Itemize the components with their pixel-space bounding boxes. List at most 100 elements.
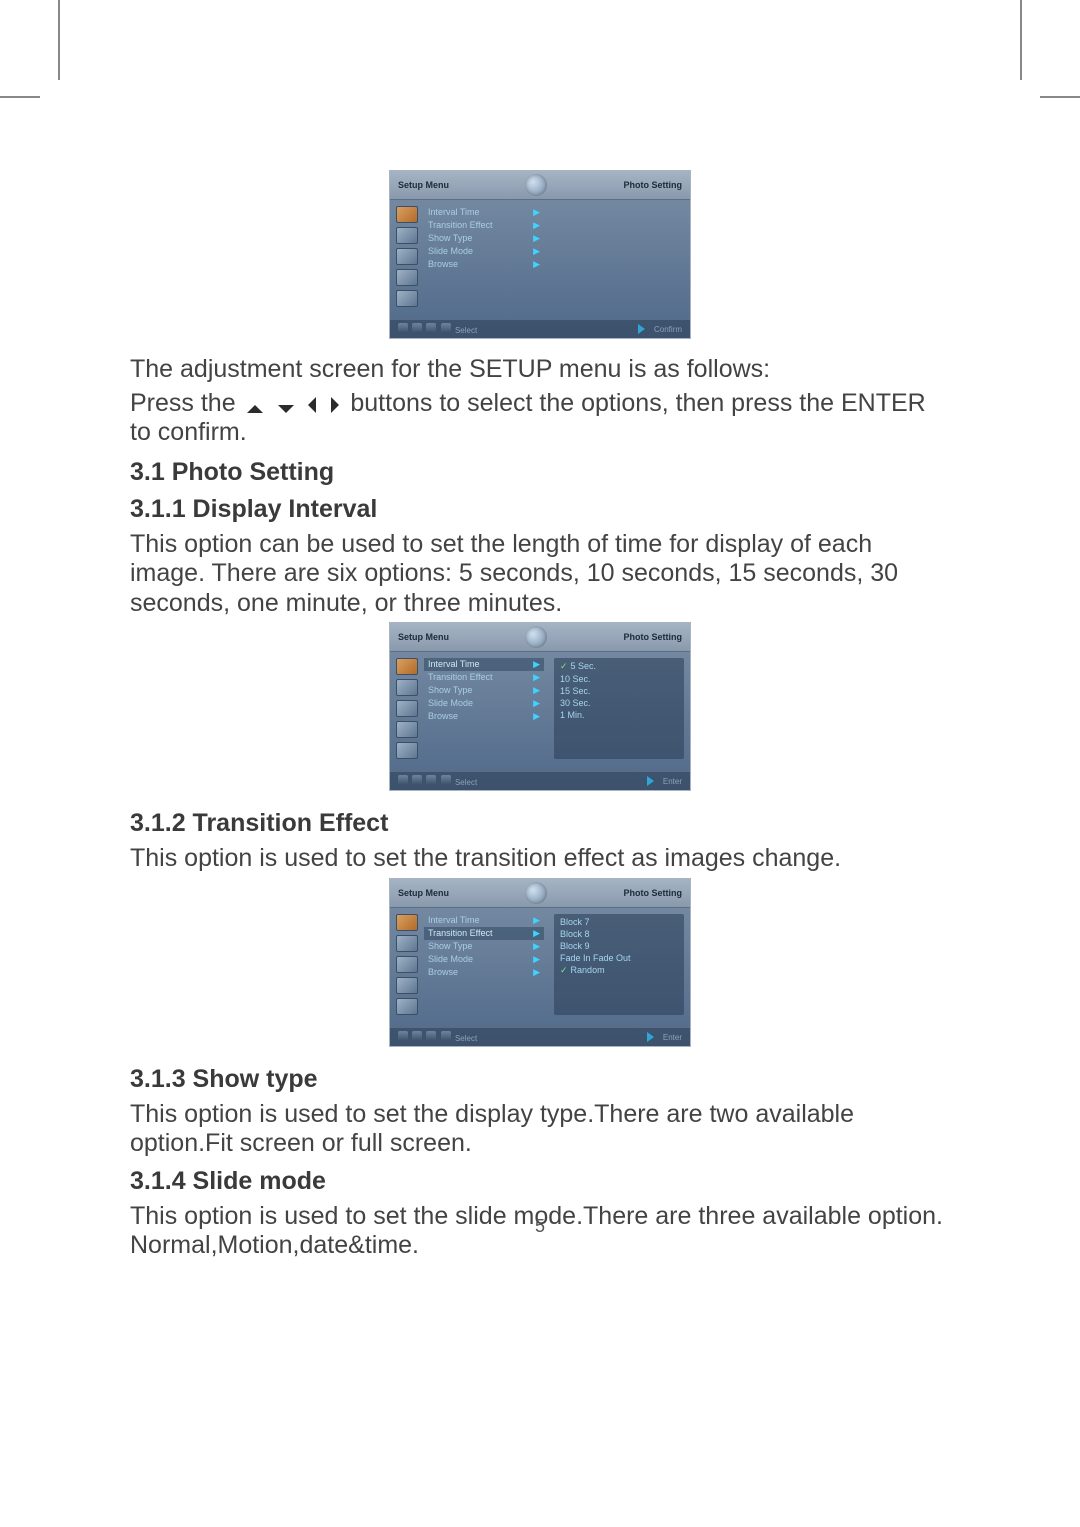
nav-button-icon xyxy=(441,775,451,785)
nav-button-icon xyxy=(426,323,436,333)
sidebar-icon xyxy=(396,998,418,1015)
footer-select-label: Select xyxy=(455,1034,477,1043)
sidebar-icon xyxy=(396,248,418,265)
menu-item-label: Transition Effect xyxy=(428,220,493,231)
heading-3-1-1: 3.1.1 Display Interval xyxy=(130,495,950,524)
heading-3-1-3: 3.1.3 Show type xyxy=(130,1065,950,1094)
menu-item-label: Interval Time xyxy=(428,659,480,670)
menu-item-label: Browse xyxy=(428,259,458,270)
play-icon xyxy=(638,324,650,334)
screenshot-title-right: Photo Setting xyxy=(624,632,683,642)
arrow-up-icon xyxy=(247,405,263,413)
crop-mark xyxy=(1040,96,1080,98)
nav-button-icon xyxy=(412,323,422,333)
sidebar-icon xyxy=(396,658,418,675)
sidebar-icon xyxy=(396,956,418,973)
play-icon xyxy=(647,776,659,786)
interval-options: ✓5 Sec. 10 Sec. 15 Sec. 30 Sec. 1 Min. xyxy=(554,658,684,759)
footer-confirm-label: Confirm xyxy=(654,325,682,334)
nav-button-icon xyxy=(398,323,408,333)
arrow-right-icon xyxy=(331,397,339,413)
footer-select-label: Select xyxy=(455,326,477,335)
menu-list: Interval Time▶ Transition Effect▶ Show T… xyxy=(424,914,544,1015)
menu-item-label: Transition Effect xyxy=(428,672,493,683)
option-label: Block 8 xyxy=(560,929,590,939)
crop-mark xyxy=(0,96,40,98)
nav-button-icon xyxy=(426,1031,436,1041)
setup-menu-screenshot-3: Setup Menu Photo Setting Interval Time▶ xyxy=(130,878,950,1057)
sidebar-icon xyxy=(396,742,418,759)
option-label: Fade In Fade Out xyxy=(560,953,631,963)
menu-item-label: Slide Mode xyxy=(428,698,473,709)
arrow-down-icon xyxy=(278,405,294,413)
press-line: Press the buttons to select the options,… xyxy=(130,389,950,448)
nav-button-icon xyxy=(441,323,451,333)
arrow-left-icon xyxy=(308,397,316,413)
heading-3-1-2: 3.1.2 Transition Effect xyxy=(130,809,950,838)
screenshot-title-left: Setup Menu xyxy=(398,632,449,642)
footer-enter-label: Enter xyxy=(663,777,682,786)
menu-item-label: Browse xyxy=(428,711,458,722)
screenshot-title-right: Photo Setting xyxy=(624,180,683,190)
menu-item-label: Interval Time xyxy=(428,915,480,926)
option-label: 1 Min. xyxy=(560,710,585,720)
menu-item-label: Slide Mode xyxy=(428,246,473,257)
nav-button-icon xyxy=(441,1031,451,1041)
footer-select-label: Select xyxy=(455,778,477,787)
gear-icon xyxy=(525,174,547,196)
screenshot-title-left: Setup Menu xyxy=(398,888,449,898)
menu-item-label: Show Type xyxy=(428,685,472,696)
menu-item-label: Show Type xyxy=(428,941,472,952)
press-line-part-a: Press the xyxy=(130,389,236,417)
page-content: Setup Menu Photo Setting Interval Time▶ xyxy=(130,170,950,1265)
play-icon xyxy=(647,1032,659,1042)
nav-button-icon xyxy=(426,775,436,785)
screenshot-title-right: Photo Setting xyxy=(624,888,683,898)
screenshot-title-left: Setup Menu xyxy=(398,180,449,190)
page-number: 5 xyxy=(0,1216,1080,1237)
option-label: Block 9 xyxy=(560,941,590,951)
menu-list: Interval Time▶ Transition Effect▶ Show T… xyxy=(424,206,544,307)
manual-page: Setup Menu Photo Setting Interval Time▶ xyxy=(0,0,1080,1527)
nav-button-icon xyxy=(398,775,408,785)
paragraph-3-1-2: This option is used to set the transitio… xyxy=(130,844,950,874)
sidebar-icon xyxy=(396,290,418,307)
gear-icon xyxy=(525,626,547,648)
option-label: Block 7 xyxy=(560,917,590,927)
nav-button-icon xyxy=(412,775,422,785)
menu-item-label: Slide Mode xyxy=(428,954,473,965)
sidebar-icon xyxy=(396,206,418,223)
option-label: 5 Sec. xyxy=(571,661,597,671)
option-label: Random xyxy=(571,965,605,975)
nav-button-icon xyxy=(398,1031,408,1041)
menu-item-label: Interval Time xyxy=(428,207,480,218)
adjustment-intro-line: The adjustment screen for the SETUP menu… xyxy=(130,355,950,385)
sidebar-icon xyxy=(396,977,418,994)
footer-enter-label: Enter xyxy=(663,1033,682,1042)
menu-list: Interval Time▶ Transition Effect▶ Show T… xyxy=(424,658,544,759)
crop-mark xyxy=(58,0,60,80)
option-label: 30 Sec. xyxy=(560,698,591,708)
setup-menu-screenshot-2: Setup Menu Photo Setting Interval Time▶ xyxy=(130,622,950,801)
check-icon: ✓ xyxy=(560,661,568,671)
sidebar-icon xyxy=(396,914,418,931)
sidebar-icon xyxy=(396,227,418,244)
direction-arrows xyxy=(243,389,351,417)
sidebar-icon xyxy=(396,269,418,286)
gear-icon xyxy=(525,882,547,904)
menu-item-label: Browse xyxy=(428,967,458,978)
crop-mark xyxy=(1020,0,1022,80)
nav-button-icon xyxy=(412,1031,422,1041)
option-label: 10 Sec. xyxy=(560,674,591,684)
menu-item-label: Show Type xyxy=(428,233,472,244)
heading-3-1-4: 3.1.4 Slide mode xyxy=(130,1167,950,1196)
transition-options: Block 7 Block 8 Block 9 Fade In Fade Out… xyxy=(554,914,684,1015)
setup-menu-screenshot-1: Setup Menu Photo Setting Interval Time▶ xyxy=(130,170,950,349)
paragraph-3-1-1: This option can be used to set the lengt… xyxy=(130,530,950,619)
sidebar-icon xyxy=(396,721,418,738)
sidebar-icon xyxy=(396,679,418,696)
sidebar-icon xyxy=(396,700,418,717)
sidebar-icon xyxy=(396,935,418,952)
check-icon: ✓ xyxy=(560,965,568,975)
menu-item-label: Transition Effect xyxy=(428,928,493,939)
